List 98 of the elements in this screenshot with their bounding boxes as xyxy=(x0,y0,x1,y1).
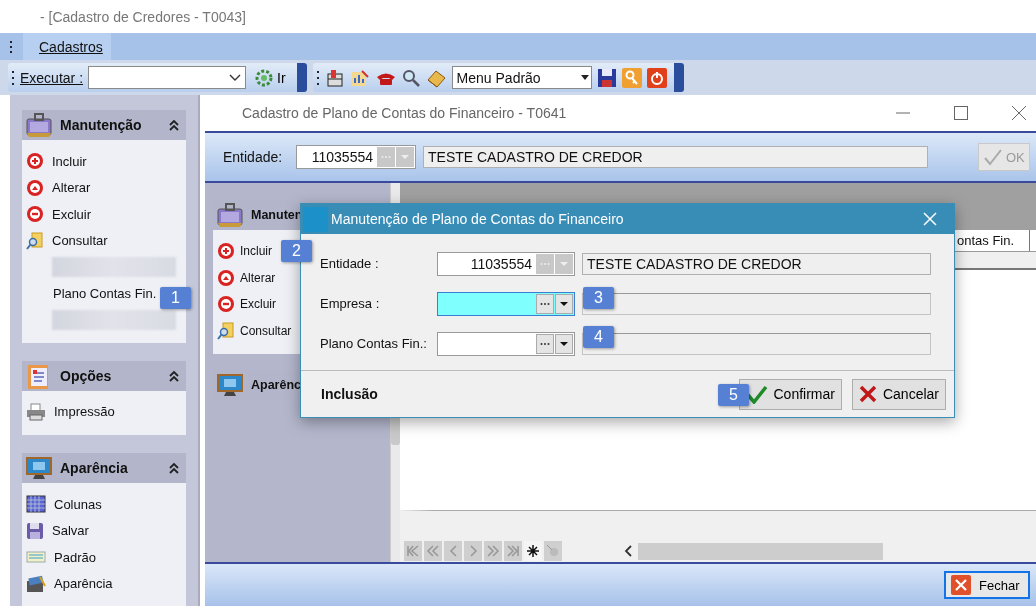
step-badge: 4 xyxy=(583,326,614,348)
code-field[interactable]: 11035554 xyxy=(296,145,416,169)
minus-circle-icon xyxy=(26,205,44,224)
step-badge: 3 xyxy=(583,287,614,309)
chevron-down-icon xyxy=(229,73,242,82)
key-icon xyxy=(621,67,642,88)
menu-select[interactable]: Menu Padrão xyxy=(451,66,592,89)
group-header[interactable]: Aparência xyxy=(22,453,186,483)
search-icon xyxy=(26,231,44,250)
sidebar-item[interactable]: Incluir xyxy=(26,148,87,175)
group-header[interactable]: Opções xyxy=(22,360,186,391)
cross-icon xyxy=(858,385,877,403)
close-icon xyxy=(951,575,971,595)
dropdown-icon xyxy=(580,75,589,80)
chevron-icon xyxy=(486,543,500,559)
mailbox-icon xyxy=(324,67,345,88)
app-icon xyxy=(303,206,328,232)
plus-circle-icon xyxy=(26,152,44,171)
navigator-button[interactable] xyxy=(424,541,442,561)
collapse-icon xyxy=(168,462,180,474)
sidebar-item[interactable]: Impressão xyxy=(26,398,115,425)
close-icon xyxy=(1012,106,1026,120)
window-title: Cadastro de Plano de Contas do Financeiro - T0641 xyxy=(242,105,568,121)
sidebar-item[interactable]: Alterar xyxy=(217,264,276,291)
search-icon xyxy=(217,321,235,340)
cancel-button[interactable]: Cancelar xyxy=(851,378,946,410)
ellipsis-icon xyxy=(540,341,550,346)
step-badge: 1 xyxy=(160,287,191,309)
plus-circle-icon xyxy=(217,242,235,261)
asterisk-icon xyxy=(526,544,540,558)
field-label: Empresa : xyxy=(320,296,381,311)
name-field: TESTE CADASTRO DE CREDOR xyxy=(582,252,931,275)
code-field[interactable] xyxy=(437,331,575,356)
maximize-icon xyxy=(954,106,968,120)
execute-label: Executar : xyxy=(20,69,84,86)
toolbox-icon xyxy=(24,111,54,139)
monitor-icon xyxy=(215,371,245,399)
confirm-button[interactable]: Confirmar xyxy=(738,378,842,410)
toolbox-icon xyxy=(215,201,245,229)
ellipsis-icon xyxy=(540,261,550,266)
field-label: Entidade : xyxy=(320,256,380,271)
chevron-left-icon xyxy=(624,545,632,557)
arrow-up-circle-icon xyxy=(26,178,44,197)
execute-combo[interactable] xyxy=(88,66,247,89)
printer-icon xyxy=(26,402,46,421)
sidebar-item[interactable]: Colunas xyxy=(26,491,102,518)
monitor-icon xyxy=(24,454,54,482)
sidebar-item[interactable]: Salvar xyxy=(26,517,89,544)
search-icon xyxy=(401,68,420,87)
toolbar-overflow-button[interactable] xyxy=(296,63,307,92)
menu-item[interactable]: Cadastros xyxy=(23,33,111,60)
dropdown-icon xyxy=(559,300,569,307)
go-button[interactable]: Ir xyxy=(251,68,290,87)
power-icon xyxy=(646,67,667,88)
sidebar-item[interactable]: Padrão xyxy=(26,544,96,571)
code-field[interactable] xyxy=(437,291,575,316)
name-field: TESTE CADASTRO DE CREDOR xyxy=(423,146,928,168)
check-icon xyxy=(983,148,1003,166)
sidebar-item[interactable]: Plano Contas Fin. xyxy=(26,280,157,307)
sidebar-item[interactable]: Alterar xyxy=(26,174,91,201)
field-label: Entidade: xyxy=(223,149,284,165)
minus-circle-icon xyxy=(217,295,235,314)
sidebar-item[interactable]: Aparência xyxy=(26,570,113,597)
grip-icon xyxy=(316,70,320,85)
sidebar-item[interactable]: Consultar xyxy=(26,227,108,254)
group-header[interactable]: Manutenção xyxy=(22,110,186,140)
arrow-up-circle-icon xyxy=(217,268,235,287)
ellipsis-icon xyxy=(540,301,550,306)
gear-icon xyxy=(255,68,274,87)
navigator-button[interactable] xyxy=(444,541,462,561)
collapse-icon xyxy=(168,119,180,131)
toolbar-overflow-button[interactable] xyxy=(673,63,684,92)
step-badge: 5 xyxy=(718,384,749,406)
sidebar-item[interactable]: Excluir xyxy=(26,201,91,228)
grip-icon xyxy=(12,70,15,85)
chevron-icon xyxy=(406,543,420,559)
dropdown-icon xyxy=(559,260,569,267)
chart-icon xyxy=(349,67,370,88)
field-label: Plano Contas Fin.: xyxy=(320,336,428,351)
grid-icon xyxy=(26,495,46,514)
dropdown-icon xyxy=(400,154,410,160)
navigator-button[interactable] xyxy=(484,541,502,561)
navigator-button[interactable] xyxy=(404,541,422,561)
close-icon xyxy=(923,212,937,226)
sidebar-item[interactable]: Excluir xyxy=(217,291,276,318)
sidebar-item[interactable]: Consultar xyxy=(217,317,292,344)
grip-icon xyxy=(10,40,13,53)
mode-label: Inclusão xyxy=(321,386,379,402)
dropdown-icon xyxy=(559,340,569,347)
chevron-icon xyxy=(426,543,440,559)
new-record-button[interactable] xyxy=(524,541,542,561)
chevron-icon xyxy=(506,543,520,559)
navigator-button[interactable] xyxy=(464,541,482,561)
sidebar-item[interactable]: Incluir xyxy=(217,238,272,265)
close-button[interactable]: Fechar xyxy=(944,571,1030,599)
app-title: - [Cadastro de Credores - T0043] xyxy=(39,7,247,27)
collapse-icon xyxy=(168,369,180,382)
step-badge: 2 xyxy=(281,240,312,262)
